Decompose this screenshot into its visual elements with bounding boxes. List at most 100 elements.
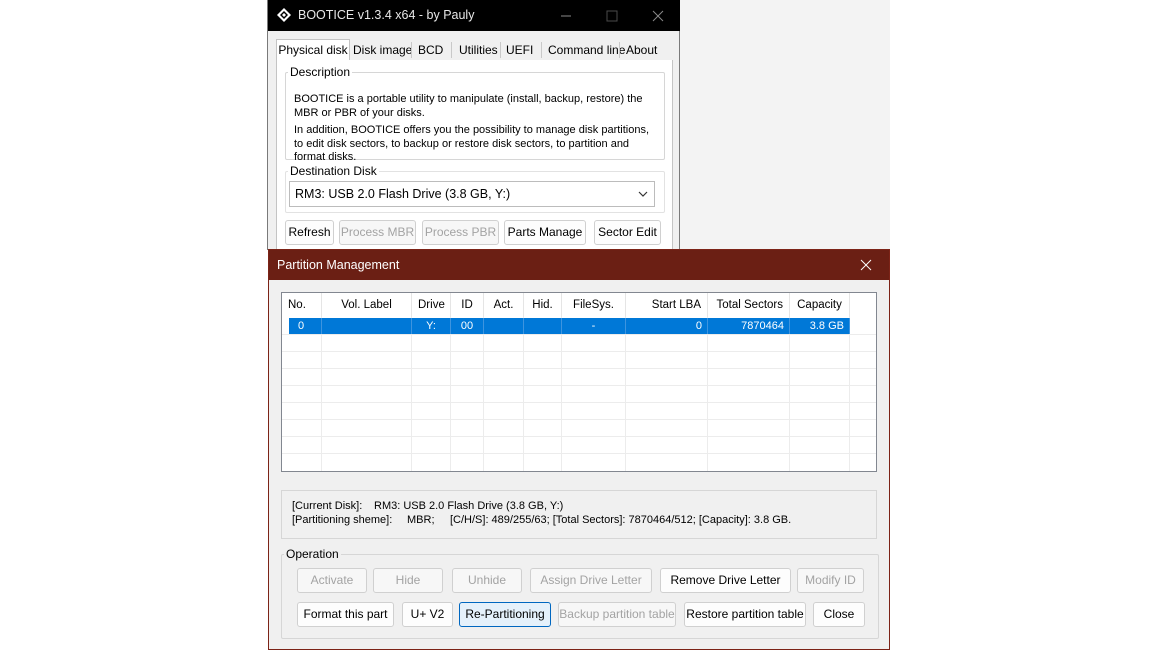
- cell-capacity: 3.8 GB: [790, 318, 850, 334]
- grid-line: [321, 317, 322, 471]
- close-icon: [860, 259, 872, 271]
- description-legend: Description: [290, 65, 351, 79]
- remove-drive-letter-button[interactable]: Remove Drive Letter: [660, 568, 791, 593]
- disk-geometry-details: [C/H/S]: 489/255/63; [Total Sectors]: 78…: [450, 514, 792, 526]
- bootice-logo-icon: [277, 8, 291, 22]
- partition-table[interactable]: No. Vol. Label Drive ID Act. Hid. FileSy…: [281, 292, 877, 472]
- column-header-capacity[interactable]: Capacity: [790, 293, 850, 317]
- grid-line: [707, 317, 708, 471]
- hide-button: Hide: [373, 568, 443, 593]
- operation-legend: Operation: [286, 547, 339, 561]
- cell-no: 0: [289, 318, 322, 334]
- maximize-button: [589, 0, 635, 31]
- cell-active: [484, 318, 524, 334]
- column-header-id[interactable]: ID: [451, 293, 484, 317]
- cell-id: 00: [451, 318, 484, 334]
- grid-line: [789, 317, 790, 471]
- cell-vol-label: [322, 318, 412, 334]
- tab-divider: [541, 42, 542, 58]
- dialog-titlebar[interactable]: Partition Management: [269, 250, 889, 280]
- minimize-icon: [561, 15, 571, 17]
- tab-bcd[interactable]: BCD: [418, 40, 443, 60]
- cell-total-sectors: 7870464: [708, 318, 790, 334]
- column-header-total-sectors[interactable]: Total Sectors: [708, 293, 790, 317]
- cell-hidden: [524, 318, 562, 334]
- grid-line: [282, 436, 876, 437]
- process-mbr-button: Process MBR: [339, 220, 416, 245]
- column-header-vol-label[interactable]: Vol. Label: [322, 293, 412, 317]
- grid-line: [625, 317, 626, 471]
- cell-start-lba: 0: [626, 318, 708, 334]
- description-group: Description BOOTICE is a portable utilit…: [285, 65, 665, 163]
- grid-line: [849, 317, 850, 471]
- tab-divider: [451, 42, 452, 58]
- cell-drive: Y:: [412, 318, 451, 334]
- restore-partition-table-button[interactable]: Restore partition table: [684, 602, 806, 627]
- dialog-title: Partition Management: [277, 258, 400, 272]
- background-panel: [680, 0, 890, 250]
- destination-disk-select[interactable]: RM3: USB 2.0 Flash Drive (3.8 GB, Y:): [289, 181, 655, 207]
- grid-line: [523, 317, 524, 471]
- modify-id-button: Modify ID: [797, 568, 864, 593]
- close-button[interactable]: [635, 0, 681, 31]
- assign-drive-letter-button: Assign Drive Letter: [530, 568, 652, 593]
- grid-line: [282, 351, 876, 352]
- tab-utilities[interactable]: Utilities: [459, 40, 498, 60]
- disk-info-box: [Current Disk]: RM3: USB 2.0 Flash Drive…: [281, 490, 877, 539]
- column-header-drive[interactable]: Drive: [412, 293, 451, 317]
- grid-line: [282, 385, 876, 386]
- tab-divider: [411, 42, 412, 58]
- tab-uefi[interactable]: UEFI: [506, 40, 533, 60]
- tab-about[interactable]: About: [626, 40, 657, 60]
- description-paragraph-1: BOOTICE is a portable utility to manipul…: [294, 93, 643, 119]
- grid-line: [282, 402, 876, 403]
- close-icon: [652, 10, 664, 22]
- grid-line: [561, 317, 562, 471]
- grid-line: [282, 368, 876, 369]
- current-disk-value: RM3: USB 2.0 Flash Drive (3.8 GB, Y:): [374, 500, 564, 512]
- unhide-button: Unhide: [452, 568, 522, 593]
- re-partitioning-button[interactable]: Re-Partitioning: [459, 602, 551, 627]
- sector-edit-button[interactable]: Sector Edit: [594, 220, 661, 245]
- destination-disk-legend: Destination Disk: [290, 164, 377, 178]
- tab-physical-disk[interactable]: Physical disk: [276, 39, 350, 62]
- column-header-no[interactable]: No.: [282, 293, 322, 317]
- u-v2-button[interactable]: U+ V2: [402, 602, 453, 627]
- window-title: BOOTICE v1.3.4 x64 - by Pauly: [298, 8, 475, 22]
- maximize-icon: [606, 10, 618, 22]
- cell-filesys: -: [562, 318, 626, 334]
- parts-manage-button[interactable]: Parts Manage: [504, 220, 586, 245]
- description-paragraph-2: In addition, BOOTICE offers you the poss…: [294, 124, 650, 163]
- backup-partition-table-button: Backup partition table: [558, 602, 676, 627]
- column-header-filesys[interactable]: FileSys.: [562, 293, 626, 317]
- process-pbr-button: Process PBR: [422, 220, 499, 245]
- tab-command-line[interactable]: Command line: [548, 40, 625, 60]
- minimize-button[interactable]: [543, 0, 589, 31]
- tab-divider: [619, 42, 620, 58]
- activate-button: Activate: [297, 568, 367, 593]
- grid-line: [282, 334, 876, 335]
- bootice-main-window: BOOTICE v1.3.4 x64 - by Pauly Physical d…: [267, 0, 680, 250]
- format-partition-button[interactable]: Format this part: [297, 602, 394, 627]
- column-header-hidden[interactable]: Hid.: [524, 293, 562, 317]
- column-header-active[interactable]: Act.: [484, 293, 524, 317]
- grid-line: [483, 317, 484, 471]
- close-dialog-button[interactable]: Close: [813, 602, 865, 627]
- grid-line: [282, 419, 876, 420]
- destination-disk-value: RM3: USB 2.0 Flash Drive (3.8 GB, Y:): [295, 187, 511, 201]
- refresh-button[interactable]: Refresh: [285, 220, 334, 245]
- grid-line: [411, 317, 412, 471]
- partition-management-dialog: Partition Management No. Vol. Label Driv…: [268, 249, 890, 650]
- current-disk-label: [Current Disk]:: [292, 500, 363, 512]
- dialog-close-button[interactable]: [843, 250, 889, 280]
- tab-divider: [500, 42, 501, 58]
- main-titlebar[interactable]: BOOTICE v1.3.4 x64 - by Pauly: [268, 0, 680, 31]
- chevron-down-icon: [638, 191, 648, 197]
- partitioning-scheme-label: [Partitioning sheme]:: [292, 514, 393, 526]
- partitioning-scheme-value: MBR;: [407, 514, 435, 526]
- tab-disk-image[interactable]: Disk image: [353, 40, 412, 60]
- grid-line: [282, 453, 876, 454]
- grid-line: [450, 317, 451, 471]
- background-area: [890, 0, 1156, 650]
- column-header-start-lba[interactable]: Start LBA: [626, 293, 708, 317]
